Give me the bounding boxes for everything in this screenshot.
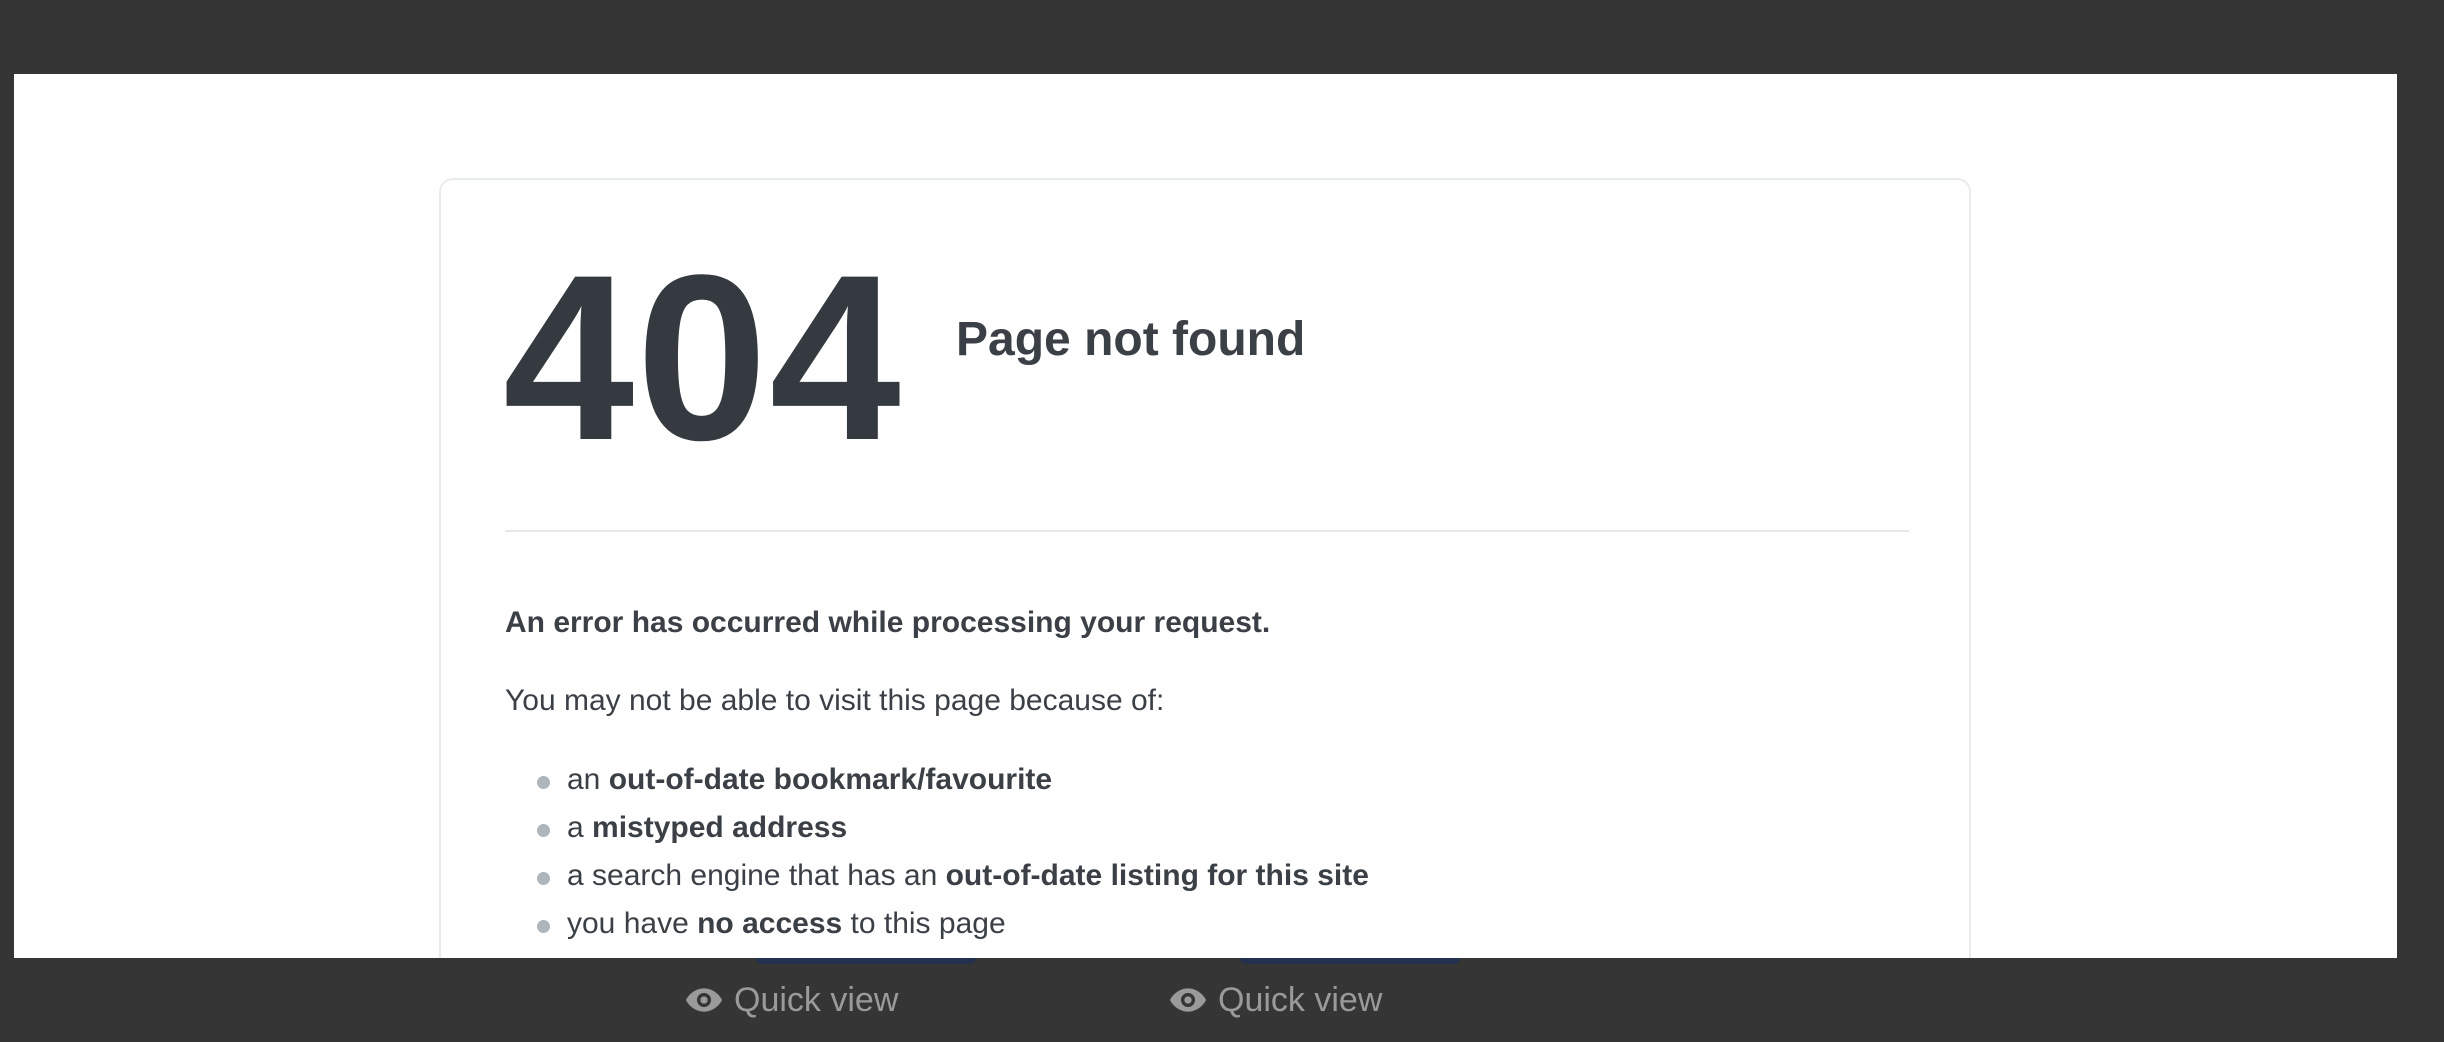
quick-view-link[interactable]: Quick view: [684, 980, 898, 1020]
error-code: 404: [503, 226, 903, 490]
page-backdrop: Quick view Quick view 404 Page not found…: [0, 0, 2444, 1042]
reason-text: a search engine that has an: [567, 859, 946, 892]
error-reason-heading: You may not be able to visit this page b…: [505, 684, 1165, 717]
quick-view-link[interactable]: Quick view: [1168, 980, 1382, 1020]
reason-item: an out-of-date bookmark/favourite: [505, 756, 1369, 804]
eye-icon: [1170, 988, 1206, 1012]
bullet-icon: [537, 920, 550, 933]
reason-list: an out-of-date bookmark/favourite a mist…: [505, 756, 1369, 948]
reason-emphasis: out-of-date listing for this site: [945, 859, 1369, 892]
bullet-icon: [537, 872, 550, 885]
error-title: Page not found: [956, 313, 1306, 366]
reason-text: an: [567, 763, 609, 796]
reason-text: you have: [567, 907, 698, 940]
eye-icon: [686, 988, 722, 1012]
reason-emphasis: no access: [697, 907, 843, 940]
reason-item: a search engine that has an out-of-date …: [505, 852, 1369, 900]
reason-text: a: [567, 811, 593, 844]
reason-item: you have no access to this page: [505, 900, 1369, 948]
reason-emphasis: mistyped address: [592, 811, 848, 844]
divider: [505, 530, 1909, 532]
error-card: 404 Page not found An error has occurred…: [439, 178, 1971, 958]
reason-item: a mistyped address: [505, 804, 1369, 852]
error-modal: 404 Page not found An error has occurred…: [14, 74, 2397, 958]
reason-emphasis: out-of-date bookmark/favourite: [608, 763, 1053, 796]
bullet-icon: [537, 824, 550, 837]
bullet-icon: [537, 776, 550, 789]
quick-view-label: Quick view: [1218, 980, 1383, 1019]
error-intro: An error has occurred while processing y…: [505, 606, 1271, 639]
reason-text: to this page: [842, 907, 1006, 940]
quick-view-label: Quick view: [734, 980, 899, 1019]
